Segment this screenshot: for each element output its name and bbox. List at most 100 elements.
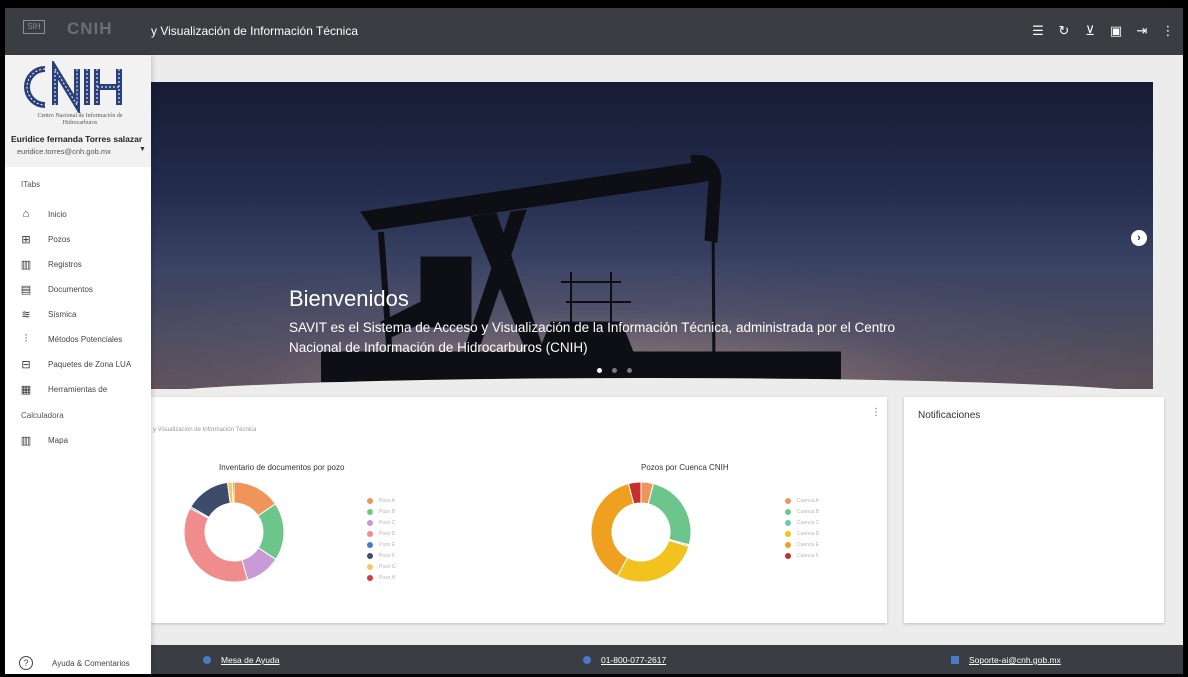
seismic-icon: ≋ (21, 308, 31, 321)
section-label-tabs: ITabs (21, 180, 41, 189)
legend-swatch (785, 552, 791, 559)
footer-phone: 01-800-077-2617 (583, 655, 666, 665)
legend-label: Cuenca C (797, 519, 820, 526)
legend-swatch (785, 541, 791, 548)
sidebar-item-mapa[interactable]: ▥ Mapa (19, 431, 149, 449)
carousel-dot[interactable] (627, 368, 632, 373)
carousel-dot[interactable] (597, 368, 602, 373)
hero-carousel: Bienvenidos SAVIT es el Sistema de Acces… (151, 82, 1153, 389)
user-email[interactable]: euridice.torres@cnh.gob.mx (17, 147, 111, 156)
app-window: SIH CNIH y Visualización de Información … (5, 8, 1183, 674)
sidebar-item-label: Registros (48, 259, 82, 269)
sidebar-item-label: Pozos (48, 234, 71, 244)
help-desk-link[interactable]: Mesa de Ayuda (221, 655, 279, 665)
legend-label: Pozo A (379, 497, 395, 504)
user-profile: Centro Nacional de Información de Hidroc… (5, 55, 151, 167)
legend-item[interactable]: Cuenca C (785, 517, 819, 528)
chevron-down-icon[interactable]: ▼ (139, 146, 146, 153)
sidebar-item-herramientas[interactable]: ▦ Herramientas de (19, 380, 149, 398)
legend-item[interactable]: Pozo E (367, 539, 396, 550)
legend-item[interactable]: Pozo A (367, 495, 396, 506)
page-title: y Visualización de Información Técnica (151, 24, 358, 38)
more-vert-icon[interactable]: ⋮ (1159, 22, 1177, 40)
legend-label: Cuenca B (797, 508, 819, 515)
donut-slice[interactable] (647, 482, 692, 546)
globe-icon (203, 656, 211, 664)
legend-swatch (367, 530, 373, 537)
legend-item[interactable]: Pozo D (367, 528, 396, 539)
notifications-card: Notificaciones (904, 397, 1164, 623)
legend-swatch (367, 563, 373, 570)
legend-label: Cuenca F (797, 552, 819, 559)
legend-item[interactable]: Cuenca E (785, 539, 819, 550)
refresh-icon[interactable]: ↻ (1055, 22, 1073, 40)
legend-swatch (785, 519, 791, 526)
hero-text: SAVIT es el Sistema de Acceso y Visualiz… (289, 320, 896, 355)
sidebar-item-label: Paquetes de Zona LUA (48, 359, 132, 369)
carousel-indicators (597, 368, 632, 373)
legend-documentos: Pozo A Pozo B Pozo C Pozo D Pozo E Pozo F Pozo… (367, 495, 396, 583)
sidebar-item-registros[interactable]: ▥ Registros (19, 255, 149, 273)
sidebar-item-label: Mapa (48, 435, 69, 445)
records-icon: ▥ (20, 258, 32, 271)
donut-slice[interactable] (183, 507, 249, 583)
section-label-calculadora: Calculadora (21, 411, 64, 420)
carousel-dot[interactable] (612, 368, 617, 373)
sidebar-item-metodos-potenciales[interactable]: ⫶ Métodos Potenciales (19, 330, 149, 348)
hero-title: Bienvenidos (289, 286, 409, 311)
methods-icon: ⫶ (24, 332, 28, 345)
footer-bar: Mesa de Ayuda 01-800-077-2617 Soporte-ai… (151, 645, 1183, 674)
card-menu-icon[interactable]: ⋮ (871, 407, 881, 418)
notifications-title: Notificaciones (918, 410, 981, 421)
sidebar-item-documentos[interactable]: ▤ Documentos (19, 280, 149, 298)
exit-icon[interactable]: ⇥ (1133, 22, 1151, 40)
legend-item[interactable]: Pozo F (367, 550, 396, 561)
legend-label: Cuenca E (797, 541, 819, 548)
chevron-right-icon[interactable]: › (1131, 230, 1147, 246)
cart-icon[interactable]: ⊻ (1081, 22, 1099, 40)
legend-cuencas: Cuenca A Cuenca B Cuenca C Cuenca D Cuenca E… (785, 495, 819, 561)
well-icon: ⊞ (21, 233, 31, 246)
legend-item[interactable]: Pozo B (367, 506, 396, 517)
package-icon: ⊟ (21, 358, 31, 371)
footer-help-desk: Mesa de Ayuda (203, 655, 279, 665)
tools-icon: ▦ (20, 383, 32, 396)
sih-logo: SIH (23, 20, 45, 34)
footer-email: Soporte-ai@cnh.gob.mx (951, 655, 1061, 665)
list-icon[interactable]: ☰ (1029, 22, 1047, 40)
support-email-link[interactable]: Soporte-ai@cnh.gob.mx (969, 655, 1061, 665)
documents-icon: ▤ (20, 283, 32, 296)
home-icon: ⌂ (22, 208, 30, 220)
help-feedback-link[interactable]: ? Ayuda & Comentarios (19, 656, 130, 670)
help-label: Ayuda & Comentarios (52, 658, 130, 668)
sidebar-item-sismica[interactable]: ≋ Sísmica (19, 305, 149, 323)
legend-swatch (367, 508, 373, 515)
legend-swatch (367, 552, 373, 559)
legend-item[interactable]: Pozo H (367, 572, 396, 583)
charts-card: y Visualización de Información Técnica ⋮… (151, 397, 887, 623)
phone-link[interactable]: 01-800-077-2617 (601, 655, 666, 665)
cnih-logo (24, 61, 122, 113)
sidebar-item-label: Sísmica (48, 309, 77, 319)
mail-icon (951, 656, 959, 664)
legend-item[interactable]: Pozo G (367, 561, 396, 572)
sidebar-item-label: Documentos (48, 284, 93, 294)
sidebar-item-inicio[interactable]: ⌂ Inicio (19, 205, 149, 223)
legend-swatch (367, 519, 373, 526)
legend-item[interactable]: Cuenca A (785, 495, 819, 506)
donut-slice[interactable] (616, 539, 690, 583)
legend-label: Pozo B (379, 508, 396, 515)
legend-label: Pozo H (379, 574, 396, 581)
sidebar-item-paquetes[interactable]: ⊟ Paquetes de Zona LUA (19, 355, 149, 373)
user-name: Euridice fernanda Torres salazar (11, 134, 143, 144)
legend-item[interactable]: Pozo C (367, 517, 396, 528)
help-book-icon[interactable]: ▣ (1107, 22, 1125, 40)
legend-item[interactable]: Cuenca B (785, 506, 819, 517)
legend-swatch (785, 497, 791, 504)
legend-label: Pozo F (379, 552, 395, 559)
donut-slice[interactable] (231, 481, 235, 504)
sidebar-item-pozos[interactable]: ⊞ Pozos (19, 230, 149, 248)
legend-item[interactable]: Cuenca F (785, 550, 819, 561)
legend-item[interactable]: Cuenca D (785, 528, 819, 539)
map-icon: ▥ (20, 434, 32, 447)
